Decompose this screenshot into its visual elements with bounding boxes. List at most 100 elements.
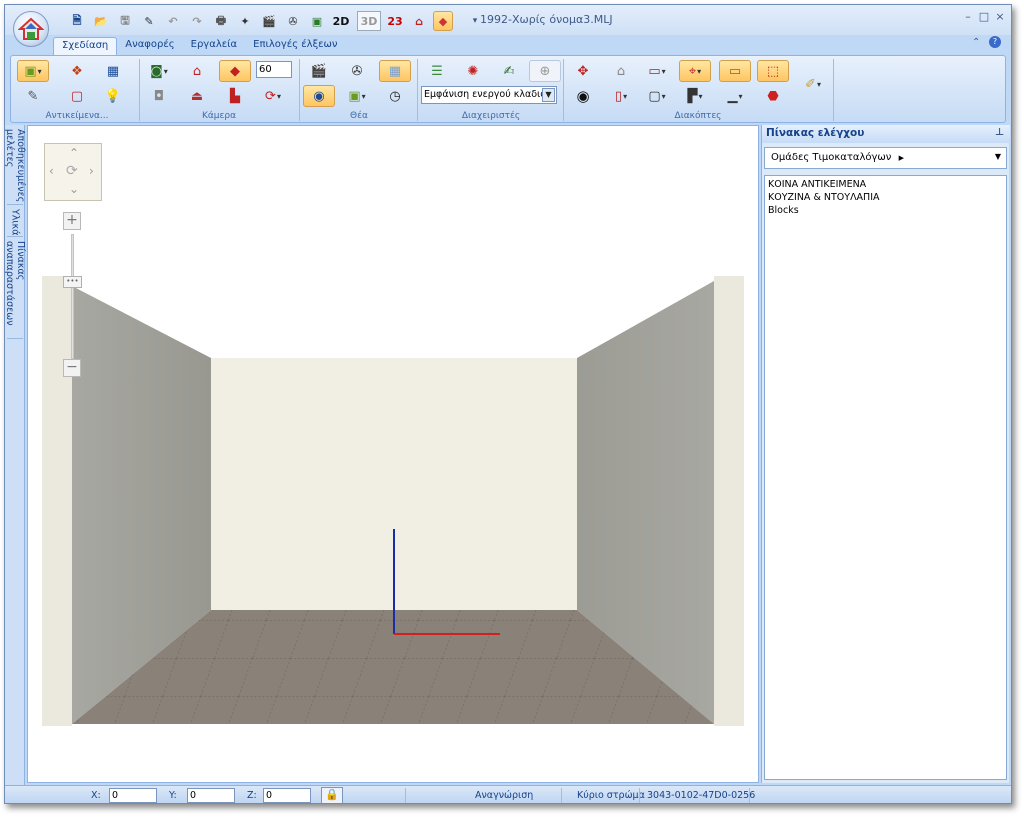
stop-button[interactable]: ⬣ [757,85,789,107]
undo-icon[interactable]: ↶ [163,11,183,31]
play-arrow-icon: ▶ [898,154,904,162]
screenshot-button[interactable]: ◉ [303,85,335,107]
navigation-control[interactable]: ⌃ ‹ › ⌄ ⟳ [44,143,102,201]
nav-up-icon[interactable]: ⌃ [69,146,79,160]
layers-book-icon[interactable]: ◆ [433,11,453,31]
image-icon[interactable]: ▣ [307,11,327,31]
tab-tools[interactable]: Εργαλεία [183,37,245,55]
layers-manager-button[interactable]: ☰ [421,60,453,82]
zoom-slider-thumb[interactable]: ••• [63,276,82,288]
catalog-groups-dropdown[interactable]: Ομάδες Τιμοκαταλόγων ▶ ▼ [764,147,1007,169]
perspective-book-button[interactable]: ◆ [219,60,251,82]
license-code: 3043-0102-47D0-0256 [647,790,756,801]
app-menu-button[interactable] [13,11,49,47]
tab-design[interactable]: Σχεδίαση [53,37,118,55]
nav-left-icon[interactable]: ‹ [49,164,54,178]
ribbon: ▣ ❖ ▦ ✎ ▢ 💡 Αντικείμενα... ◙ ⌂ ◆ 60 ◘ ⏏ … [10,55,1006,123]
clock-view-button[interactable]: ◷ [379,85,411,107]
mode-2d-button[interactable]: 2D [331,11,351,31]
materials-manager-button[interactable]: ✺ [457,60,489,82]
move-cross-button[interactable]: ✥ [567,60,599,82]
zoom-out-button[interactable]: − [63,359,81,377]
nav-rotate-icon[interactable]: ⟳ [66,163,78,179]
tab-reports[interactable]: Αναφορές [117,37,182,55]
roof-button[interactable]: ⏏ [181,85,213,107]
wall-corner-button[interactable]: ▛ [679,85,711,107]
group-divider [833,59,834,121]
object-manager-button[interactable]: ⊕ [529,60,561,82]
table-grid-button[interactable]: ▦ [97,60,129,82]
layer-display-select[interactable]: Εμφάνιση ενεργού κλαδιού ▼ [421,86,557,104]
close-button[interactable]: × [993,10,1007,24]
group-managers-label: Διαχειριστές [461,111,521,121]
flashlight-button[interactable]: ✐ [797,73,829,95]
light-bulb-button[interactable]: 💡 [97,85,129,107]
side-tab-materials[interactable]: Υλικά [7,207,23,237]
door-button[interactable]: ▯ [605,85,637,107]
group-divider [299,59,300,121]
film-reel-icon[interactable]: ✇ [283,11,303,31]
control-panel: Πίνακας ελέγχου ⊥ Ομάδες Τιμοκαταλόγων ▶… [761,125,1010,783]
print-icon[interactable]: 🖶 [211,11,231,31]
frame-button[interactable]: ▢ [61,85,93,107]
maximize-button[interactable]: □ [977,10,991,24]
tree-item[interactable]: Blocks [768,204,1003,217]
redo-icon[interactable]: ↷ [187,11,207,31]
target-circle-button[interactable]: ◉ [567,85,599,107]
cube-object-button[interactable]: ▣ [17,60,49,82]
mode-23-button[interactable]: 23 [385,11,405,31]
tab-snap-options[interactable]: Επιλογές έλξεων [245,37,345,55]
camera-angle-input[interactable]: 60 [256,61,292,78]
help-icon[interactable]: ? [989,36,1001,48]
open-file-icon[interactable]: 📂 [91,11,111,31]
wall-toggle-button[interactable]: ▭ [641,60,673,82]
measure-ruler-button[interactable]: ▭ [719,60,751,82]
clapperboard-icon[interactable]: 🎬 [259,11,279,31]
nav-right-icon[interactable]: › [89,164,94,178]
group-divider [139,59,140,121]
house-outline-button[interactable]: ⌂ [605,60,637,82]
side-tab-saved-projects[interactable]: Αποθηκευμένες μελέτες [5,127,26,205]
section-book-button[interactable]: ▙ [219,85,251,107]
snap-grid-button[interactable]: ⌖ [679,60,711,82]
nav-down-icon[interactable]: ⌄ [69,182,79,196]
catalog-tree: ΚΟΙΝΑ ΑΝΤΙΚΕΙΜΕΝΑ ΚΟΥΖΙΝΑ & ΝΤΟΥΛΑΠΙΑ Bl… [764,175,1007,780]
side-tab-representations[interactable]: Πίνακας αναπαραστάσεων [5,239,26,339]
save-icon[interactable]: 🖫 [115,11,135,31]
notes-manager-button[interactable]: ✍ [493,60,525,82]
x-coord-label: X: [91,790,101,801]
group-objects-label: Αντικείμενα... [45,111,109,121]
animation-button[interactable]: 🎬 [303,60,335,82]
grid-toggle-button[interactable]: ▦ [379,60,411,82]
side-tab-strip: Αποθηκευμένες μελέτες Υλικά Πίνακας αναπ… [5,125,26,785]
new-file-icon[interactable]: 🗎 [67,11,87,31]
camera-frame-button[interactable]: ◘ [143,85,175,107]
material-view-button[interactable]: ▣ [341,85,373,107]
mode-3d-button[interactable]: 3D [357,11,381,31]
pin-icon[interactable]: ⊥ [995,127,1004,138]
house-view-button[interactable]: ⌂ [181,60,213,82]
3d-viewport[interactable]: ⌃ ‹ › ⌄ ⟳ + ••• − [27,125,759,783]
ribbon-collapse-icon[interactable]: ⌃ [972,37,980,48]
render-icon[interactable]: ✦ [235,11,255,31]
window-frame-button[interactable]: ▢ [641,85,673,107]
camera-view-button[interactable]: ◙ [143,60,175,82]
tree-item[interactable]: ΚΟΙΝΑ ΑΝΤΙΚΕΙΜΕΝΑ [768,178,1003,191]
z-coord-input[interactable]: 0 [263,788,311,803]
tree-item[interactable]: ΚΟΥΖΙΝΑ & ΝΤΟΥΛΑΠΙΑ [768,191,1003,204]
house-icon[interactable]: ⌂ [409,11,429,31]
zoom-in-button[interactable]: + [63,212,81,230]
chevron-down-icon: ▼ [994,152,1001,161]
furniture-blocks-button[interactable]: ❖ [61,60,93,82]
column-button[interactable]: ▁ [719,85,751,107]
select-box-button[interactable]: ⬚ [757,60,789,82]
minimize-button[interactable]: – [961,10,975,24]
rotate-view-button[interactable]: ⟳ [257,85,289,107]
y-coord-input[interactable]: 0 [187,788,235,803]
zoom-slider-track[interactable] [71,234,74,359]
render-reel-button[interactable]: ✇ [341,60,373,82]
lock-icon[interactable]: 🔒 [321,787,343,803]
x-coord-input[interactable]: 0 [109,788,157,803]
pencil-button[interactable]: ✎ [17,85,49,107]
pencil-icon[interactable]: ✎ [139,11,159,31]
